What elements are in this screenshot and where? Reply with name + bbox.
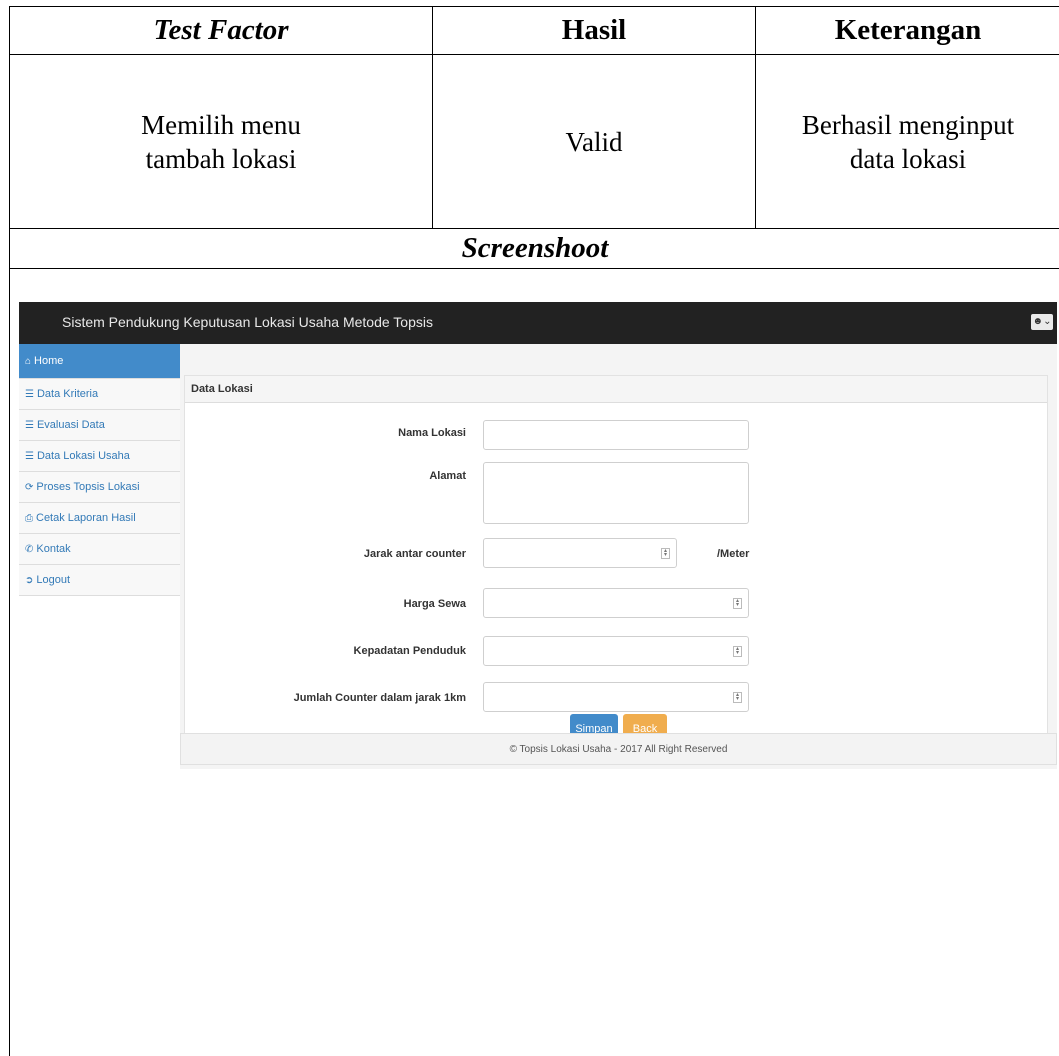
chevron-down-icon: ⌄ [1043,316,1052,327]
main-content: Data Lokasi Nama Lokasi Alamat Jarak ant… [180,344,1057,769]
sidebar-item-data-lokasi-usaha[interactable]: ☰ Data Lokasi Usaha [19,441,180,472]
alamat-label: Alamat [429,470,466,482]
screenshot-heading-row: Screenshoot [10,229,1059,269]
sidebar-item-data-kriteria[interactable]: ☰ Data Kriteria [19,379,180,410]
user-icon: ☻ [1032,316,1044,327]
jarak-label: Jarak antar counter [363,548,466,560]
footer: © Topsis Lokasi Usaha - 2017 All Right R… [180,733,1057,765]
test-factor-line2: tambah lokasi [145,143,297,174]
cell-test-factor: Memilih menu tambah lokasi [10,55,432,228]
sidebar-item-cetak-laporan[interactable]: ⎙ Cetak Laporan Hasil [19,503,180,534]
sidebar-item-kontak[interactable]: ✆ Kontak [19,534,180,565]
sidebar: ⌂ Home ☰ Data Kriteria ☰ Evaluasi Data ☰ Dat… [19,344,180,596]
sidebar-item-label: Home [34,355,64,367]
cell-keterangan: Berhasil menginput data lokasi [755,55,1059,228]
sidebar-item-label: Kontak [36,543,71,555]
list-icon: ☰ [25,420,34,431]
sidebar-item-label: Data Kriteria [36,388,99,400]
nama-lokasi-label: Nama Lokasi [398,427,466,439]
sidebar-item-label: Evaluasi Data [36,419,105,431]
print-icon: ⎙ [25,513,33,524]
header-hasil: Hasil [432,7,755,54]
refresh-icon: ⟳ [25,482,34,493]
app-screenshot: Sistem Pendukung Keputusan Lokasi Usaha … [19,302,1059,769]
jumlah-counter-input[interactable]: ▴ ▾ [483,682,749,712]
spinner-icon[interactable]: ▴ ▾ [733,692,742,703]
keterangan-line2: data lokasi [849,143,967,174]
alamat-textarea[interactable] [483,462,749,524]
spinner-icon[interactable]: ▴ ▾ [733,598,742,609]
kepadatan-input[interactable]: ▴ ▾ [483,636,749,666]
sidebar-item-label: Data Lokasi Usaha [36,450,130,462]
nama-lokasi-input[interactable] [483,420,749,450]
jarak-unit: /Meter [717,548,750,560]
screenshot-heading: Screenshoot [461,232,609,264]
panel-title: Data Lokasi [185,376,1047,403]
sidebar-item-label: Proses Topsis Lokasi [36,481,140,493]
app-title: Sistem Pendukung Keputusan Lokasi Usaha … [62,314,433,330]
phone-icon: ✆ [25,544,34,555]
sidebar-item-logout[interactable]: ➲ Logout [19,565,180,596]
navbar: Sistem Pendukung Keputusan Lokasi Usaha … [19,302,1057,344]
data-lokasi-panel: Data Lokasi Nama Lokasi Alamat Jarak ant… [184,375,1048,751]
keterangan-line1: Berhasil menginput [801,109,1015,140]
header-keterangan: Keterangan [755,7,1059,54]
table-row: Memilih menu tambah lokasi Valid Berhasi… [10,55,1059,229]
harga-sewa-input[interactable]: ▴ ▾ [483,588,749,618]
list-icon: ☰ [25,389,34,400]
test-factor-line1: Memilih menu [141,109,301,140]
sidebar-item-home[interactable]: ⌂ Home [19,344,180,379]
sidebar-item-label: Logout [36,574,71,586]
sidebar-item-label: Cetak Laporan Hasil [36,512,136,524]
header-test-factor: Test Factor [153,14,289,46]
jumlah-counter-label: Jumlah Counter dalam jarak 1km [293,692,466,704]
table-header-row: Test Factor Hasil Keterangan [10,7,1059,55]
user-menu-button[interactable]: ☻⌄ [1031,314,1053,330]
kepadatan-label: Kepadatan Penduduk [353,645,466,657]
home-icon: ⌂ [25,356,32,367]
sidebar-item-evaluasi-data[interactable]: ☰ Evaluasi Data [19,410,180,441]
jarak-input[interactable]: ▴ ▾ [483,538,677,568]
list-icon: ☰ [25,451,34,462]
spinner-icon[interactable]: ▴ ▾ [661,548,670,559]
harga-sewa-label: Harga Sewa [403,598,466,610]
cell-hasil: Valid [432,55,755,228]
logout-icon: ➲ [25,575,34,586]
spinner-icon[interactable]: ▴ ▾ [733,646,742,657]
sidebar-item-proses-topsis[interactable]: ⟳ Proses Topsis Lokasi [19,472,180,503]
